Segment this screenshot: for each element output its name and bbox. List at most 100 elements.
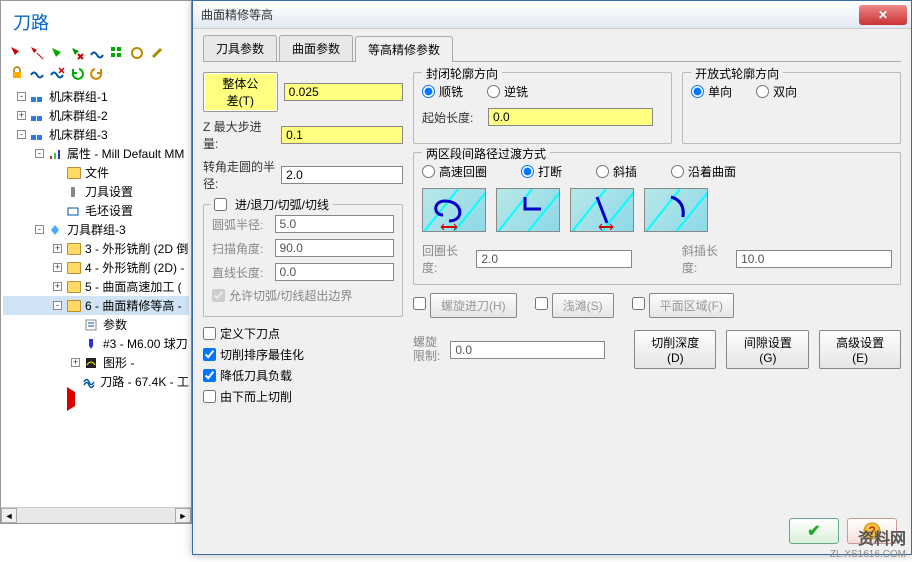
conventional-radio[interactable] [487,85,500,98]
double-radio-label[interactable]: 双向 [756,83,797,100]
tree-node[interactable]: -属性 - Mill Default MM [3,144,189,163]
line-length-input[interactable] [275,263,394,281]
helix-entry-checkbox[interactable] [413,297,426,310]
trans-follow-radio[interactable] [671,165,684,178]
z-step-input[interactable] [281,126,403,144]
helix-limit-input[interactable] [450,341,604,359]
help-button[interactable]: ? [847,518,897,544]
tree-expand-icon[interactable]: + [53,282,62,291]
start-length-input[interactable] [488,108,653,126]
tree-label: #3 - M6.00 球刀 [103,335,188,352]
sweep-angle-input[interactable] [275,239,394,257]
helix-entry-button[interactable]: 螺旋进刀(H) [430,293,517,318]
tab-tool-params[interactable]: 刀具参数 [203,35,277,61]
wave-blue-icon[interactable] [89,45,105,61]
wave-x-icon[interactable] [49,65,65,81]
tree-expand-icon[interactable]: - [17,130,26,139]
tree-label: 机床群组-1 [49,88,108,105]
close-button[interactable]: ✕ [859,5,907,25]
arc-radius-input[interactable] [275,215,394,233]
entry-exit-checkbox[interactable] [214,198,227,211]
single-radio-label[interactable]: 单向 [691,83,732,100]
tolerance-button[interactable]: 整体公差(T) [203,72,278,112]
tree-node[interactable]: +5 - 曲面高速加工 ( [3,277,189,296]
tree-node[interactable]: -刀具群组-3 [3,220,189,239]
wrench-icon[interactable] [149,45,165,61]
tree-node[interactable]: 刀具设置 [3,182,189,201]
tree-node[interactable] [3,391,189,405]
single-radio[interactable] [691,85,704,98]
tree-node[interactable]: 文件 [3,163,189,182]
corner-radius-input[interactable] [281,166,403,184]
undo-icon[interactable] [69,65,85,81]
trans-ramp-label[interactable]: 斜插 [596,163,637,180]
cut-depth-button[interactable]: 切削深度(D) [634,330,716,369]
tree-expand-icon[interactable]: + [71,358,80,367]
redo-icon[interactable] [89,65,105,81]
climb-radio[interactable] [422,85,435,98]
trans-break-radio[interactable] [521,165,534,178]
flat-area-checkbox[interactable] [632,297,645,310]
arrow-nw-icon[interactable] [9,45,25,61]
folder-icon [67,262,81,274]
toolbar-row-2 [1,63,191,83]
ramp-length-input[interactable] [736,250,892,268]
tree-node[interactable]: 刀路 - 67.4K - 工 [3,372,189,391]
tool-group-icon [49,224,63,236]
tree-node[interactable]: +3 - 外形铣削 (2D 倒 [3,239,189,258]
advanced-settings-button[interactable]: 高级设置(E) [819,330,901,369]
select-green-icon[interactable] [49,45,65,61]
grid-green-icon[interactable] [109,45,125,61]
climb-radio-label[interactable]: 顺铣 [422,83,463,100]
tree-node[interactable]: 毛坯设置 [3,201,189,220]
shallow-checkbox[interactable] [535,297,548,310]
tree-node[interactable]: - 机床群组-1 [3,87,189,106]
scroll-left-icon[interactable]: ◄ [1,508,17,523]
tree-expand-icon[interactable]: - [35,149,44,158]
tree-expand-icon[interactable]: - [35,225,44,234]
dialog-body: 刀具参数 曲面参数 等高精修参数 整体公差(T) Z 最大步进量: 转角走圆的半… [193,29,911,554]
loop-length-input[interactable] [476,250,632,268]
lock-icon[interactable] [9,65,25,81]
gap-settings-button[interactable]: 间隙设置(G) [726,330,809,369]
toolpath-tree[interactable]: - 机床群组-1+机床群组-2-机床群组-3-属性 - Mill Default … [1,83,191,503]
select-red-x-icon[interactable] [69,45,85,61]
conventional-radio-label[interactable]: 逆铣 [487,83,528,100]
tree-expand-icon[interactable]: - [17,92,26,101]
tab-surface-params[interactable]: 曲面参数 [279,35,353,61]
tree-expand-icon[interactable]: + [17,111,26,120]
machine-group-icon [31,129,45,141]
tree-node[interactable]: -机床群组-3 [3,125,189,144]
trans-hsloop-radio[interactable] [422,165,435,178]
allow-cutout-checkbox[interactable] [212,289,225,302]
tree-node[interactable]: +4 - 外形铣削 (2D) - [3,258,189,277]
tree-node[interactable]: -6 - 曲面精修等高 - [3,296,189,315]
trans-break-label[interactable]: 打断 [521,163,562,180]
flat-area-button[interactable]: 平面区域(F) [649,293,734,318]
wave-icon[interactable] [29,65,45,81]
arrow-cross-icon[interactable] [29,45,45,61]
define-downpoint-checkbox[interactable] [203,327,216,340]
tolerance-input[interactable] [284,83,403,101]
ok-button[interactable]: ✔ [789,518,839,544]
reduce-load-checkbox[interactable] [203,369,216,382]
tree-node[interactable]: 参数 [3,315,189,334]
tree-node[interactable]: +图形 - [3,353,189,372]
trans-follow-label[interactable]: 沿着曲面 [671,163,736,180]
tab-contour-params[interactable]: 等高精修参数 [355,36,453,62]
trans-hsloop-label[interactable]: 高速回圈 [422,163,487,180]
scrollbar-horizontal[interactable]: ◄ ► [1,507,191,523]
scroll-right-icon[interactable]: ► [175,508,191,523]
tree-expand-icon[interactable]: + [53,263,62,272]
tree-node[interactable]: #3 - M6.00 球刀 [3,334,189,353]
open-dir-title: 开放式轮廓方向 [691,65,783,82]
bottom-up-checkbox[interactable] [203,390,216,403]
double-radio[interactable] [756,85,769,98]
tree-expand-icon[interactable]: + [53,244,62,253]
shallow-button[interactable]: 浅滩(S) [552,293,614,318]
optimize-order-checkbox[interactable] [203,348,216,361]
tree-node[interactable]: +机床群组-2 [3,106,189,125]
gear-icon[interactable] [129,45,145,61]
tree-expand-icon[interactable]: - [53,301,62,310]
trans-ramp-radio[interactable] [596,165,609,178]
